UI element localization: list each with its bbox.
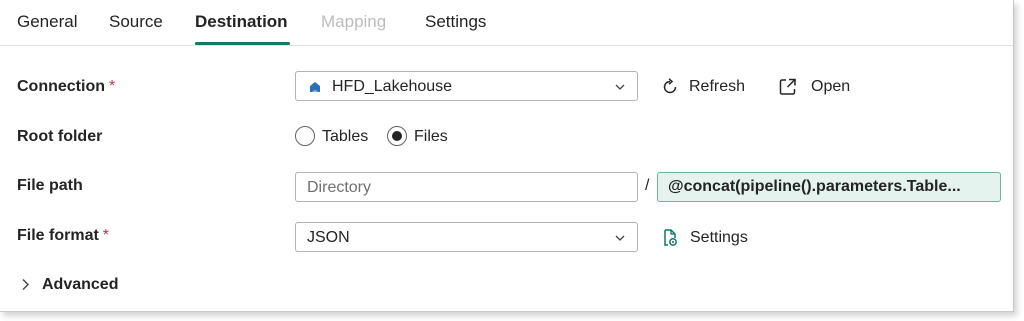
file-format-label: File format * [17,227,109,245]
file-format-value: JSON [307,229,350,246]
destination-panel: General Source Destination Mapping Setti… [0,0,1014,312]
advanced-expander[interactable]: Advanced [20,275,130,297]
directory-input[interactable]: Directory [295,172,638,202]
radio-tables[interactable] [295,126,315,146]
format-settings-button[interactable]: Settings [660,228,755,250]
open-button[interactable]: Open [778,77,858,99]
refresh-button[interactable]: Refresh [660,77,750,99]
open-external-icon [779,78,796,95]
tab-settings[interactable]: Settings [425,12,486,32]
tab-destination[interactable]: Destination [195,12,288,32]
refresh-icon [663,78,677,94]
chevron-down-icon [615,84,625,90]
format-settings-label: Settings [690,229,748,246]
required-marker: * [109,78,116,95]
required-marker: * [102,227,110,244]
refresh-label: Refresh [689,78,746,95]
root-folder-label: Root folder [17,128,103,145]
radio-selected-dot [392,131,402,141]
lakehouse-icon [308,80,322,99]
tab-mapping: Mapping [321,12,387,31]
file-format-dropdown[interactable]: JSON [295,222,638,252]
tab-bar: General Source Destination Mapping Setti… [0,0,1013,46]
open-label: Open [811,78,851,95]
tab-source[interactable]: Source [109,12,163,32]
connection-value: HFD_Lakehouse [332,78,453,95]
active-tab-indicator [195,42,290,45]
file-name-expression-input[interactable]: @concat(pipeline().parameters.Table... [657,172,1001,202]
tab-general[interactable]: General [17,12,77,32]
file-name-expression: @concat(pipeline().parameters.Table... [668,178,961,195]
file-format-label-text: File format [17,227,99,244]
radio-files[interactable] [387,126,407,146]
directory-placeholder: Directory [307,179,372,196]
file-path-label: File path [17,177,83,194]
chevron-down-icon [615,235,625,241]
connection-label-text: Connection [17,78,105,95]
radio-tables-label[interactable]: Tables [322,128,368,146]
path-separator: / [645,177,650,194]
document-settings-icon [664,229,677,246]
radio-files-label[interactable]: Files [414,128,448,146]
connection-label: Connection * [17,78,115,96]
connection-dropdown[interactable]: HFD_Lakehouse [295,71,638,101]
advanced-label: Advanced [42,276,119,293]
chevron-right-icon [22,279,29,290]
